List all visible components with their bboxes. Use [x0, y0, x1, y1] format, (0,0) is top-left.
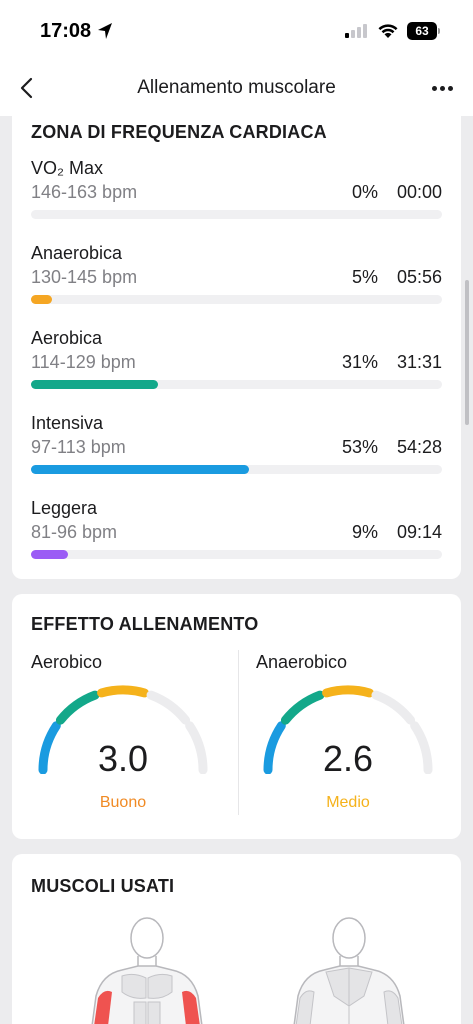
- status-time: 17:08: [40, 20, 92, 42]
- zone-progress-track: [31, 380, 442, 389]
- battery-level: 63: [415, 24, 429, 38]
- zone-name: Aerobica: [31, 328, 103, 348]
- training-effect-title: EFFETTO ALLENAMENTO: [31, 614, 259, 634]
- zone-row: Leggera 81-96 bpm 9% 09:14: [31, 498, 442, 578]
- cellular-signal-icon: [345, 24, 367, 38]
- anaerobic-value: 2.6: [322, 738, 374, 779]
- gauge-segment: [97, 685, 149, 698]
- status-bar: 17:08 63: [0, 0, 473, 62]
- zone-range: 97-113 bpm: [31, 437, 126, 457]
- body-back-figure: [293, 917, 405, 1024]
- zone-time: 31:31: [396, 352, 442, 372]
- aerobic-value: 3.0: [97, 738, 149, 779]
- gauge-segment: [280, 690, 325, 725]
- zone-percent: 9%: [351, 522, 378, 542]
- zone-time: 05:56: [396, 267, 442, 287]
- zone-progress-track: [31, 210, 442, 219]
- zone-name: Anaerobica: [31, 243, 123, 263]
- zone-name: Leggera: [31, 498, 98, 518]
- body-front-figure: [91, 917, 203, 1024]
- zone-row: VO₂ Max 146-163 bpm 0% 00:00: [31, 158, 442, 238]
- effect-divider: [238, 650, 239, 815]
- muscles-used-card: MUSCOLI USATI: [12, 854, 461, 1024]
- zone-progress-fill: [31, 550, 68, 559]
- zone-range: 114-129 bpm: [31, 352, 136, 372]
- zone-percent: 0%: [351, 182, 378, 202]
- more-dot: [448, 86, 453, 91]
- zone-row: Aerobica 114-129 bpm 31% 31:31: [31, 328, 442, 408]
- aerobic-label: Aerobico: [31, 652, 103, 672]
- zone-time: 09:14: [396, 522, 442, 542]
- zone-progress-track: [31, 550, 442, 559]
- location-arrow-icon: [98, 23, 112, 39]
- aerobic-effect: Aerobico 3.0 Buono: [31, 650, 231, 820]
- training-effect-card: EFFETTO ALLENAMENTO Aerobico 3.0 Buono A…: [12, 594, 461, 839]
- gauge-segment: [371, 690, 416, 725]
- zone-range: 81-96 bpm: [31, 522, 118, 542]
- page-title: Allenamento muscolare: [137, 77, 336, 98]
- zone-range: 130-145 bpm: [31, 267, 138, 287]
- zone-name: VO₂ Max: [31, 158, 103, 178]
- zone-progress-track: [31, 295, 442, 304]
- anaerobic-status: Medio: [326, 794, 370, 811]
- zone-name: Intensiva: [31, 413, 104, 433]
- anaerobic-effect: Anaerobico 2.6 Medio: [256, 650, 456, 820]
- zone-time: 00:00: [396, 182, 442, 202]
- zone-percent: 53%: [341, 437, 378, 457]
- scroll-indicator[interactable]: [465, 280, 469, 425]
- heart-rate-zone-card: ZONA DI FREQUENZA CARDIACA VO₂ Max 146-1…: [12, 100, 461, 579]
- zone-progress-track: [31, 465, 442, 474]
- gauge-segment: [146, 690, 191, 725]
- muscles-used-title: MUSCOLI USATI: [31, 876, 175, 896]
- wifi-icon: [378, 24, 398, 38]
- zone-row: Anaerobica 130-145 bpm 5% 05:56: [31, 243, 442, 323]
- gauge-segment: [322, 685, 374, 698]
- zone-row: Intensiva 97-113 bpm 53% 54:28: [31, 413, 442, 493]
- zone-percent: 31%: [341, 352, 378, 372]
- zone-time: 54:28: [396, 437, 442, 457]
- more-dots-icon: [432, 86, 437, 91]
- anaerobic-label: Anaerobico: [256, 652, 348, 672]
- battery-icon: 63: [407, 22, 440, 40]
- heart-rate-zone-title: ZONA DI FREQUENZA CARDIACA: [31, 122, 327, 142]
- zone-progress-fill: [31, 295, 52, 304]
- gauge-segment: [55, 690, 100, 725]
- more-dot: [440, 86, 445, 91]
- zone-progress-fill: [31, 465, 249, 474]
- zone-range: 146-163 bpm: [31, 182, 138, 202]
- zone-percent: 5%: [351, 267, 378, 287]
- zone-progress-fill: [31, 380, 159, 389]
- aerobic-status: Buono: [99, 794, 147, 811]
- more-options-button[interactable]: [428, 76, 458, 100]
